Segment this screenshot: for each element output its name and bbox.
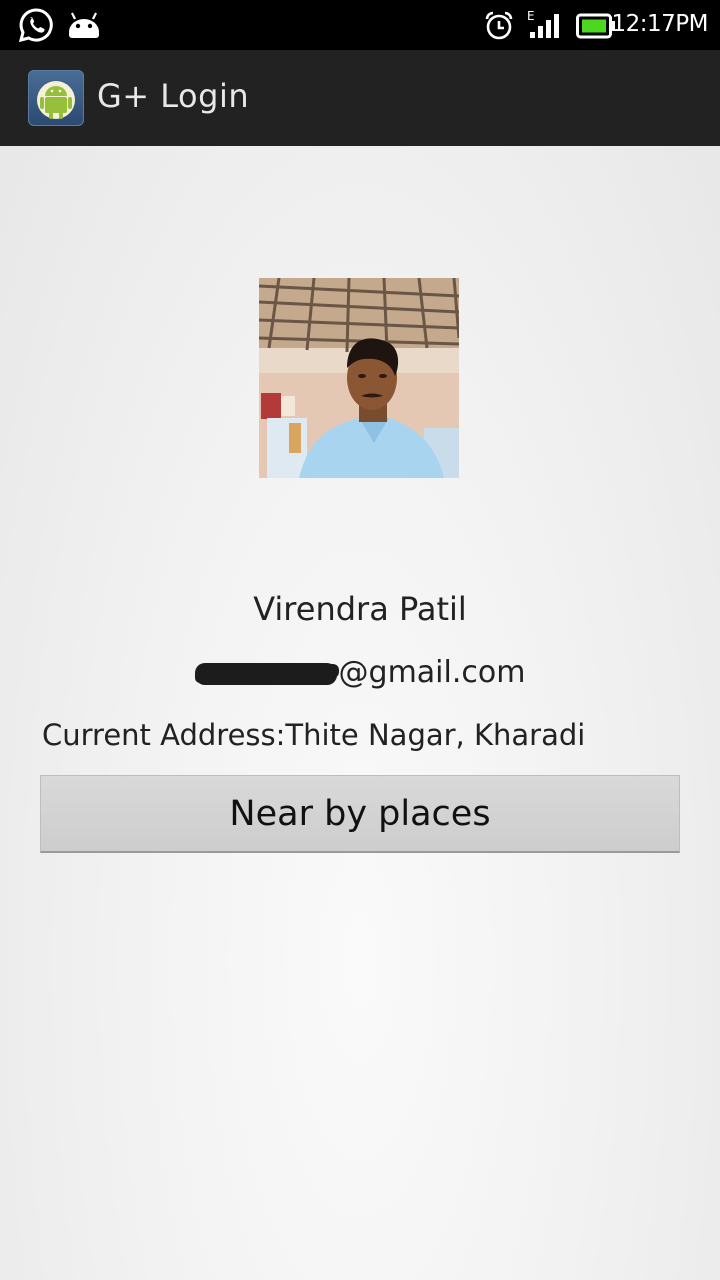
svg-text:E: E [527,9,535,23]
status-bar: E 12:17PM [0,0,720,50]
current-address: Current Address:Thite Nagar, Kharadi [42,718,586,752]
android-app-icon[interactable] [28,70,84,126]
nearby-places-button[interactable]: Near by places [40,775,680,853]
profile-photo [259,278,459,478]
email-domain: @gmail.com [338,655,526,690]
alarm-icon [485,11,513,40]
status-time: 12:17PM [611,11,709,37]
user-name: Virendra Patil [253,590,467,628]
battery-icon [576,13,615,39]
signal-icon: E [527,9,559,38]
app-title: G+ Login [97,77,250,115]
whatsapp-icon [18,8,53,43]
redacted-email-username [194,662,337,685]
user-email: @gmail.com [0,655,720,690]
action-bar: G+ Login [0,50,720,146]
android-notification-icon [69,12,99,38]
